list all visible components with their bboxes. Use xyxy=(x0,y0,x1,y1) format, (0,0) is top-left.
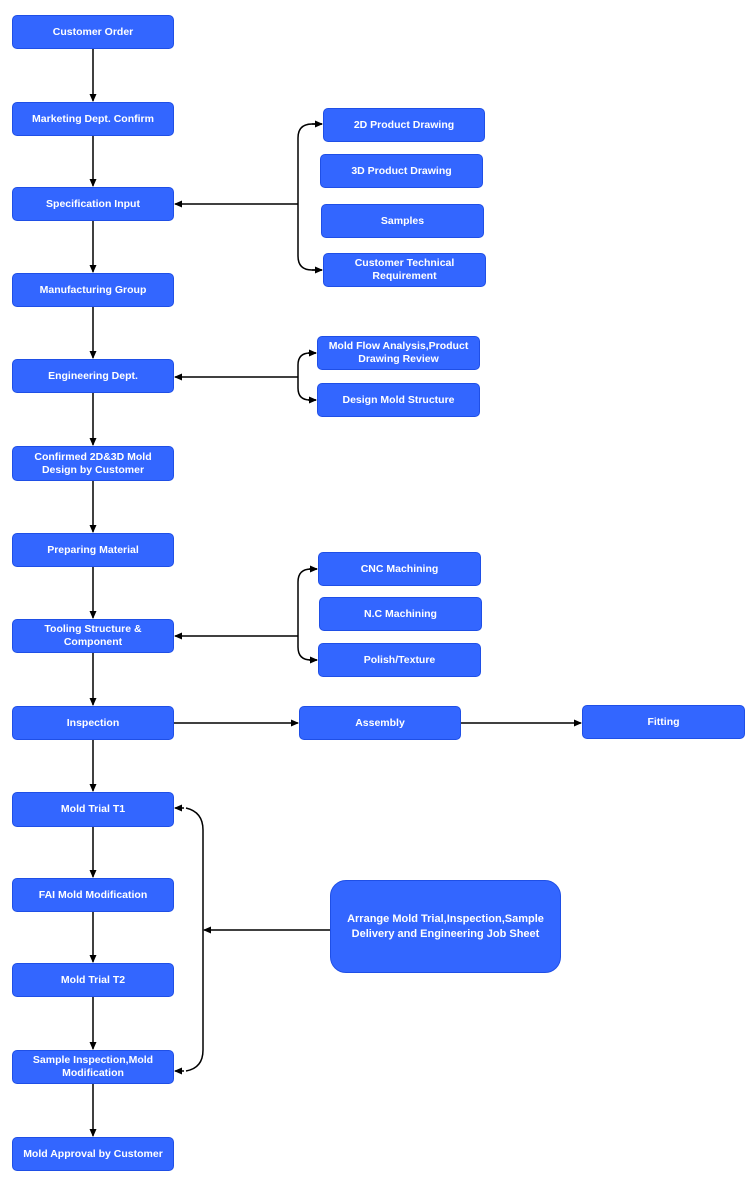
task-mold-flow-analysis: Mold Flow Analysis,Product Drawing Revie… xyxy=(317,336,480,370)
step-manufacturing-group: Manufacturing Group xyxy=(12,273,174,307)
step-specification-input: Specification Input xyxy=(12,187,174,221)
tooling-bracket xyxy=(297,568,317,661)
input-customer-requirement: Customer Technical Requirement xyxy=(323,253,486,287)
trial-bracket xyxy=(185,807,204,1072)
task-design-mold-structure: Design Mold Structure xyxy=(317,383,480,417)
step-engineering-dept: Engineering Dept. xyxy=(12,359,174,393)
step-tooling-structure: Tooling Structure & Component xyxy=(12,619,174,653)
step-mold-trial-t2: Mold Trial T2 xyxy=(12,963,174,997)
step-mold-approval: Mold Approval by Customer xyxy=(12,1137,174,1171)
step-fai-mold-modification: FAI Mold Modification xyxy=(12,878,174,912)
step-preparing-material: Preparing Material xyxy=(12,533,174,567)
input-3d-drawing: 3D Product Drawing xyxy=(320,154,483,188)
step-marketing-confirm: Marketing Dept. Confirm xyxy=(12,102,174,136)
step-assembly: Assembly xyxy=(299,706,461,740)
process-cnc-machining: CNC Machining xyxy=(318,552,481,586)
spec-bracket xyxy=(297,123,322,271)
step-mold-trial-t1: Mold Trial T1 xyxy=(12,792,174,827)
step-confirmed-mold-design: Confirmed 2D&3D Mold Design by Customer xyxy=(12,446,174,481)
step-fitting: Fitting xyxy=(582,705,745,739)
eng-bracket xyxy=(297,352,316,401)
step-sample-inspection: Sample Inspection,Mold Modification xyxy=(12,1050,174,1084)
trial-support-box: Arrange Mold Trial,Inspection,Sample Del… xyxy=(330,880,561,973)
step-customer-order: Customer Order xyxy=(12,15,174,49)
input-samples: Samples xyxy=(321,204,484,238)
process-polish-texture: Polish/Texture xyxy=(318,643,481,677)
process-nc-machining: N.C Machining xyxy=(319,597,482,631)
input-2d-drawing: 2D Product Drawing xyxy=(323,108,485,142)
step-inspection: Inspection xyxy=(12,706,174,740)
